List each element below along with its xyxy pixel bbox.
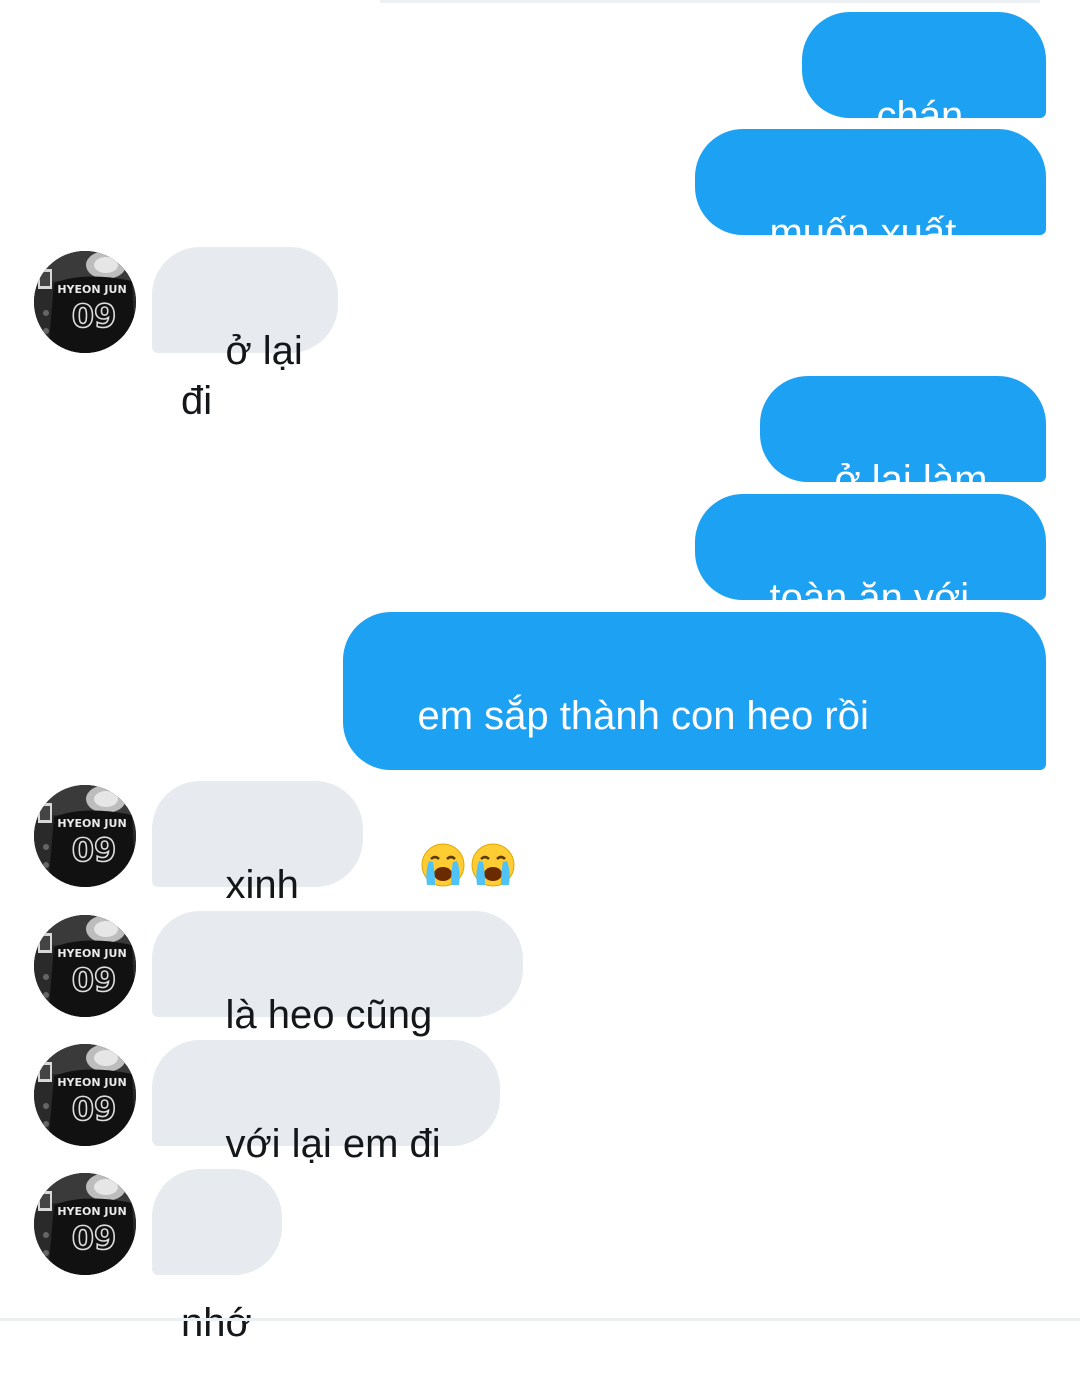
contact-avatar[interactable]: HYEON JUN 09 bbox=[34, 1044, 136, 1146]
message-text: em sắp thành con heo rồi bbox=[417, 694, 869, 738]
incoming-message-bubble[interactable]: với lại em đi rồi bbox=[152, 1040, 500, 1216]
jersey-avatar-icon: HYEON JUN 09 bbox=[34, 251, 136, 353]
message-row: em sắp thành con heo rồi bbox=[0, 612, 1080, 1089]
jersey-avatar-icon: HYEON JUN 09 bbox=[34, 915, 136, 1017]
top-divider bbox=[380, 0, 1040, 3]
message-row: toàn ăn với ngủ bbox=[0, 494, 1080, 670]
outgoing-message-bubble[interactable]: toàn ăn với ngủ bbox=[695, 494, 1046, 670]
avatar-number-text: 09 bbox=[72, 831, 117, 869]
message-row: chán quá bbox=[0, 12, 1080, 188]
avatar-number-text: 09 bbox=[72, 1090, 117, 1128]
incoming-message-bubble[interactable]: nhớ bbox=[152, 1169, 282, 1345]
outgoing-message-bubble[interactable]: muốn xuất viện bbox=[695, 129, 1046, 305]
contact-avatar[interactable]: HYEON JUN 09 bbox=[34, 915, 136, 1017]
message-row: ở lại làm gì? bbox=[0, 376, 1080, 552]
message-row: HYEON JUN 09 xinh mà bbox=[0, 781, 1080, 957]
avatar-name-text: HYEON JUN bbox=[57, 947, 126, 960]
contact-avatar[interactable]: HYEON JUN 09 bbox=[34, 1173, 136, 1275]
avatar-name-text: HYEON JUN bbox=[57, 283, 126, 296]
contact-avatar[interactable]: HYEON JUN 09 bbox=[34, 251, 136, 353]
message-row: HYEON JUN 09 ở lại đi bbox=[0, 247, 1080, 423]
message-text: nhớ bbox=[181, 1301, 252, 1345]
outgoing-message-bubble[interactable]: chán quá bbox=[802, 12, 1046, 188]
jersey-avatar-icon: HYEON JUN 09 bbox=[34, 1173, 136, 1275]
outgoing-message-bubble[interactable]: ở lại làm gì? bbox=[760, 376, 1046, 552]
message-row: HYEON JUN 09 với lại em đi rồi bbox=[0, 1040, 1080, 1216]
incoming-message-bubble[interactable]: ở lại đi bbox=[152, 247, 338, 423]
message-row: HYEON JUN 09 nhớ bbox=[0, 1169, 1080, 1345]
avatar-number-text: 09 bbox=[72, 961, 117, 999]
contact-avatar[interactable]: HYEON JUN 09 bbox=[34, 785, 136, 887]
avatar-name-text: HYEON JUN bbox=[57, 817, 126, 830]
avatar-name-text: HYEON JUN bbox=[57, 1205, 126, 1218]
avatar-name-text: HYEON JUN bbox=[57, 1076, 126, 1089]
outgoing-message-bubble[interactable]: em sắp thành con heo rồi bbox=[343, 612, 1046, 1089]
incoming-message-bubble[interactable]: xinh mà bbox=[152, 781, 363, 957]
avatar-number-text: 09 bbox=[72, 297, 117, 335]
avatar-number-text: 09 bbox=[72, 1219, 117, 1257]
jersey-avatar-icon: HYEON JUN 09 bbox=[34, 785, 136, 887]
jersey-avatar-icon: HYEON JUN 09 bbox=[34, 1044, 136, 1146]
message-row: muốn xuất viện bbox=[0, 129, 1080, 305]
message-row: HYEON JUN 09 là heo cũng xinh bbox=[0, 911, 1080, 1087]
incoming-message-bubble[interactable]: là heo cũng xinh bbox=[152, 911, 523, 1087]
